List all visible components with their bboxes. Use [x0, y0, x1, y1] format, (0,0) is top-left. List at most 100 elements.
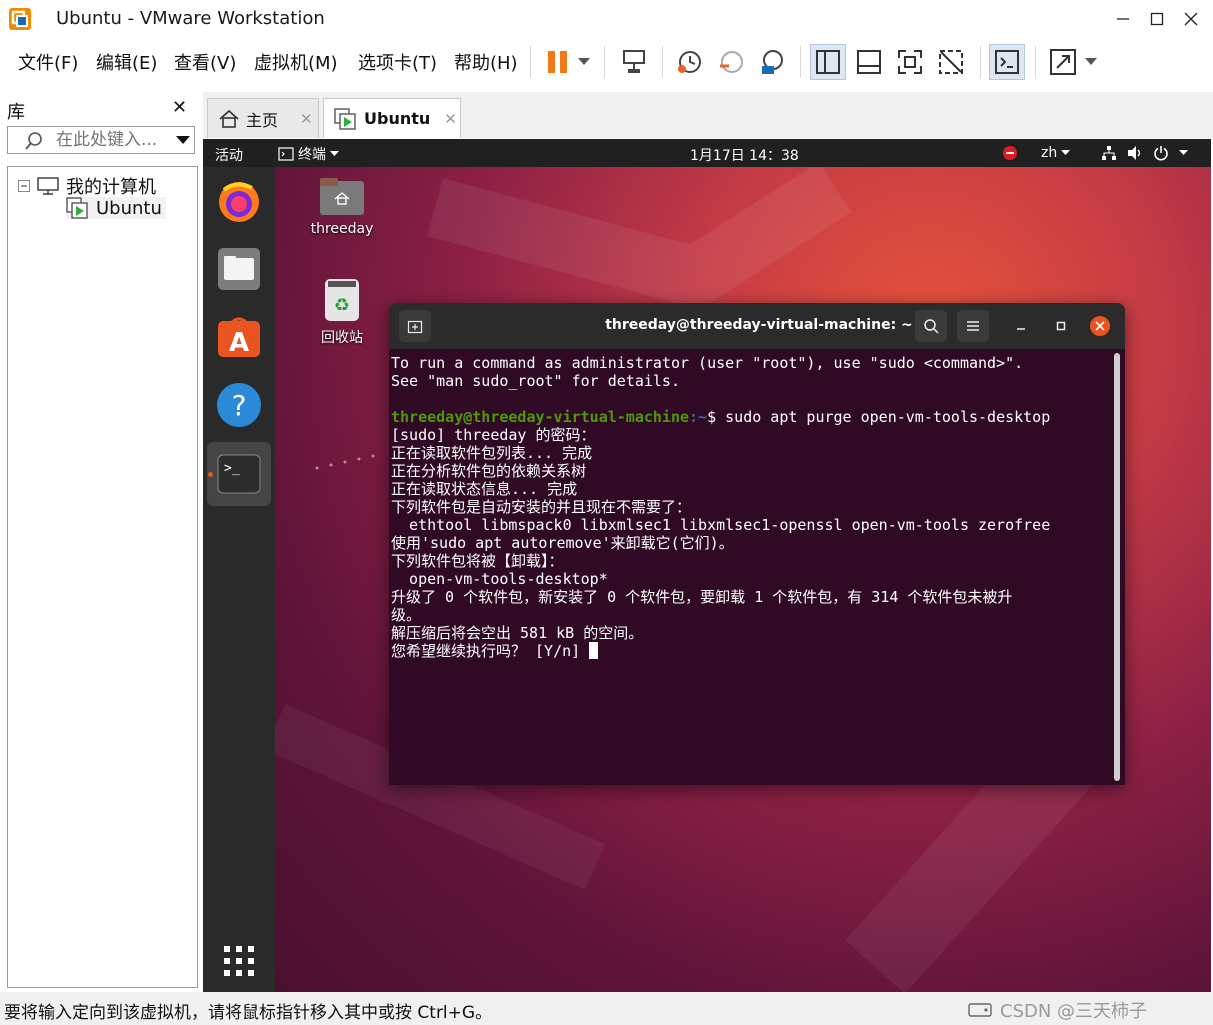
close-window-button[interactable] [1173, 4, 1209, 34]
software-store-icon: A [218, 317, 260, 358]
dock-software[interactable]: A [216, 314, 262, 360]
library-close-button[interactable]: ✕ [172, 97, 187, 118]
console-view-button[interactable] [989, 44, 1025, 80]
activities-button[interactable]: 活动 [215, 145, 243, 165]
tree-item-ubuntu[interactable]: Ubuntu [66, 197, 166, 219]
network-icon [1102, 146, 1116, 160]
computer-icon [37, 177, 59, 195]
dock-files[interactable] [216, 246, 262, 292]
tab-ubuntu[interactable]: Ubuntu ✕ [323, 98, 461, 138]
vmware-window: Ubuntu - VMware Workstation 文件(F) 编辑(E) … [0, 0, 1213, 1025]
home-icon [219, 109, 239, 128]
collapse-icon[interactable] [18, 180, 30, 192]
terminal-line: ethtool libmspack0 libxmlsec1 libxmlsec1… [391, 516, 1051, 534]
terminal-scrollbar[interactable] [1114, 353, 1120, 781]
vm-icon [334, 107, 356, 130]
do-not-disturb-icon[interactable] [1002, 145, 1018, 161]
app-menu[interactable]: 终端 [278, 144, 339, 164]
input-method-menu[interactable]: zh [1041, 145, 1071, 161]
terminal-line: 下列软件包是自动安装的并且现在不需要了： [391, 498, 692, 516]
desktop-icon-home[interactable]: threeday [297, 177, 387, 237]
confirm-prompt: 您希望继续执行吗？ [Y/n] [391, 642, 590, 660]
terminal-minimize-button[interactable] [1005, 310, 1037, 342]
terminal-output[interactable]: To run a command as administrator (user … [391, 354, 1111, 784]
dock-firefox[interactable] [216, 178, 262, 224]
new-tab-button[interactable] [399, 310, 431, 342]
pause-icon [548, 51, 567, 73]
input-method-label: zh [1041, 145, 1058, 161]
vm-icon [66, 197, 88, 219]
snapshot-manager-button[interactable] [754, 44, 790, 80]
library-panel: 库 ✕ 我的计算机 Ubuntu [0, 92, 200, 992]
folder-icon [320, 178, 364, 215]
suspend-button[interactable] [540, 44, 576, 80]
volume-icon [1128, 146, 1141, 160]
dock-show-apps[interactable] [216, 938, 262, 984]
svg-text:A: A [229, 328, 249, 358]
show-library-button[interactable] [810, 44, 846, 80]
network-send-icon [623, 50, 645, 73]
tab-ubuntu-label: Ubuntu [364, 109, 431, 128]
terminal-close-button[interactable] [1090, 316, 1110, 336]
desktop-icon-trash[interactable]: ♻ 回收站 [297, 277, 387, 347]
help-icon: ? [217, 383, 261, 427]
search-icon [924, 319, 939, 334]
tab-close-icon[interactable]: ✕ [300, 110, 313, 128]
terminal-line: 正在分析软件包的依赖关系树 [391, 462, 587, 480]
prompt-user: threeday@threeday-virtual-machine [391, 408, 690, 426]
clock[interactable]: 1月17日 14：38 [690, 145, 799, 165]
send-ctrl-alt-del-button[interactable] [616, 44, 652, 80]
hard-disk-icon[interactable] [968, 1000, 992, 1018]
thumbnail-bar-button[interactable] [851, 44, 887, 80]
terminal-prompt-line: threeday@threeday-virtual-machine:~$ sud… [391, 408, 1111, 426]
terminal-title: threeday@threeday-virtual-machine: ~ [605, 317, 913, 333]
tab-close-icon[interactable]: ✕ [444, 110, 457, 128]
full-screen-button[interactable] [892, 44, 928, 80]
maximize-button[interactable] [1139, 4, 1175, 34]
terminal-line: 正在读取软件包列表... 完成 [391, 444, 593, 462]
terminal-line: 升级了 0 个软件包，新安装了 0 个软件包，要卸载 1 个软件包，有 314 … [391, 588, 1013, 606]
chevron-down-icon[interactable] [176, 136, 190, 145]
tree-item-my-computer[interactable]: 我的计算机 [18, 173, 156, 199]
revert-snapshot-button[interactable] [713, 44, 749, 80]
terminal-maximize-button[interactable] [1045, 310, 1077, 342]
terminal-icon [278, 147, 294, 161]
terminal-search-button[interactable] [915, 310, 947, 342]
firefox-icon [219, 182, 259, 222]
menu-tabs[interactable]: 选项卡(T) [358, 49, 437, 75]
library-title: 库 [7, 102, 25, 123]
watermark: CSDN @三天柿子 [1000, 1001, 1148, 1022]
prompt-command: $ sudo apt purge open-vm-tools-desktop [707, 408, 1051, 426]
minimize-button[interactable] [1105, 4, 1141, 34]
bottom-bar-layout-icon [857, 50, 881, 74]
menu-vm[interactable]: 虚拟机(M) [254, 49, 338, 75]
dock-terminal[interactable]: >_ [216, 451, 262, 497]
menu-help[interactable]: 帮助(H) [454, 49, 518, 75]
library-search-box[interactable] [7, 126, 195, 154]
terminal-icon [995, 50, 1019, 74]
power-icon [1154, 146, 1168, 161]
vm-console[interactable]: 活动 终端 1月17日 14：38 zh threeday ♻ 回收站 A ? … [203, 139, 1211, 992]
tab-home[interactable]: 主页 ✕ [207, 98, 319, 138]
terminal-input-line[interactable]: 您希望继续执行吗？ [Y/n] [391, 642, 1111, 660]
stretch-guest-button[interactable] [1045, 44, 1081, 80]
terminal-line: 下列软件包将被【卸载】： [391, 552, 564, 570]
menu-edit[interactable]: 编辑(E) [96, 49, 157, 75]
chevron-down-icon [1061, 150, 1071, 155]
sidebar-layout-icon [816, 50, 840, 74]
power-dropdown-button[interactable] [572, 44, 596, 80]
library-search-input[interactable] [56, 130, 166, 150]
terminal-line: 级。 [391, 606, 422, 624]
menu-view[interactable]: 查看(V) [174, 49, 236, 75]
dock-help[interactable]: ? [216, 382, 262, 428]
terminal-menu-button[interactable] [957, 310, 989, 342]
maximize-icon [1150, 12, 1164, 26]
unity-mode-button[interactable] [933, 44, 969, 80]
terminal-window[interactable]: threeday@threeday-virtual-machine: ~ To … [389, 303, 1125, 785]
system-menu[interactable] [1101, 145, 1188, 161]
menu-file[interactable]: 文件(F) [18, 49, 78, 75]
snapshot-button[interactable] [671, 44, 707, 80]
stretch-dropdown-button[interactable] [1079, 44, 1103, 80]
gnome-top-bar: 活动 终端 1月17日 14：38 zh [203, 139, 1211, 167]
